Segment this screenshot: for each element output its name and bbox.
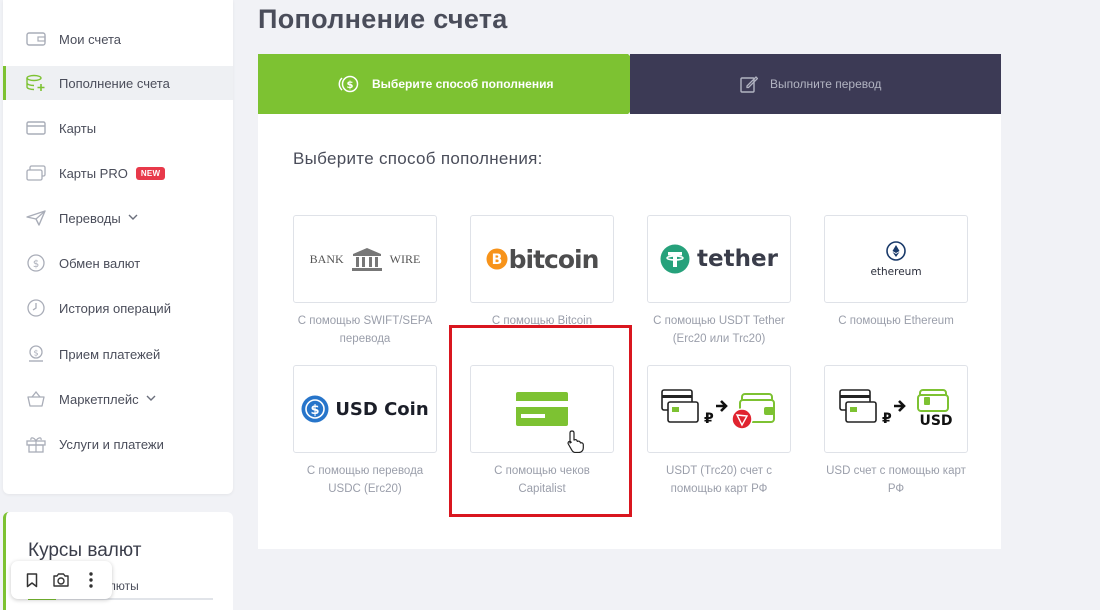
tether-icon bbox=[660, 244, 690, 274]
bank-building-icon bbox=[351, 248, 382, 271]
sidebar-item-cards[interactable]: Карты bbox=[3, 111, 233, 145]
gift-icon bbox=[25, 435, 47, 453]
usd-coin-logo-text: USD Coin bbox=[335, 398, 429, 420]
sidebar-item-label: Мои счета bbox=[59, 31, 122, 47]
coins-icon: $ bbox=[338, 75, 360, 93]
new-badge: NEW bbox=[135, 166, 166, 180]
svg-text:$: $ bbox=[311, 403, 320, 418]
ethereum-logo: ethereum bbox=[824, 215, 968, 303]
sidebar-item-payments[interactable]: $ Прием платежей bbox=[3, 337, 233, 371]
card-pro-icon bbox=[25, 164, 47, 182]
sidebar-item-transfers[interactable]: Переводы bbox=[3, 201, 233, 235]
chevron-down-icon bbox=[146, 394, 156, 405]
method-caption: С помощью USDT Tether (Erc20 или Trc20) bbox=[653, 315, 785, 345]
step-make-transfer[interactable]: Выполните перевод bbox=[630, 54, 1001, 114]
sidebar-item-label: Карты PRO bbox=[59, 165, 128, 181]
method-caption: С помощью SWIFT/SEPA перевода bbox=[297, 315, 433, 345]
sidebar-item-label: Услуги и платежи bbox=[59, 436, 164, 452]
method-capitalist-checks[interactable]: С помощью чеков Capitalist bbox=[470, 365, 614, 498]
sidebar-item-label: Переводы bbox=[59, 210, 121, 226]
exchange-icon: $ bbox=[25, 254, 47, 272]
method-caption: USDT (Trc20) счет с помощью карт РФ bbox=[666, 465, 772, 495]
method-ethereum[interactable]: ethereum С помощью Ethereum bbox=[824, 215, 968, 330]
bitcoin-logo-text: bitcoin bbox=[508, 244, 600, 274]
rates-title: Курсы валют bbox=[28, 540, 142, 561]
bookmark-icon[interactable] bbox=[20, 568, 44, 592]
payments-icon: $ bbox=[25, 345, 47, 363]
floating-toolbar bbox=[11, 561, 112, 599]
method-usdt-ru-cards[interactable]: ₽ USDT (Trc20) счет с помощью карт РФ bbox=[647, 365, 791, 498]
sidebar-item-label: Обмен валют bbox=[59, 255, 141, 271]
step-choose-method[interactable]: $ Выберите способ пополнения bbox=[258, 54, 658, 114]
step-label: Выберите способ пополнения bbox=[372, 77, 554, 91]
sidebar: Мои счета Пополнение счета Карты Карты P… bbox=[3, 0, 233, 494]
card-to-usdt-wallet-icon: ₽ bbox=[661, 389, 775, 430]
svg-text:$: $ bbox=[347, 80, 354, 91]
sidebar-item-history[interactable]: История операций bbox=[3, 291, 233, 325]
green-card-icon bbox=[516, 392, 568, 426]
wallet-icon bbox=[25, 30, 47, 48]
sidebar-item-deposit[interactable]: Пополнение счета bbox=[3, 66, 233, 100]
method-usd-coin[interactable]: $ USD Coin С помощью перевода USDC (Erc2… bbox=[293, 365, 437, 498]
method-caption: С помощью Bitcoin bbox=[491, 315, 593, 327]
svg-text:₽: ₽ bbox=[882, 411, 892, 427]
method-caption: С помощью перевода USDC (Erc20) bbox=[306, 465, 424, 495]
basket-icon bbox=[25, 390, 47, 408]
method-bank-wire[interactable]: BANK WIRE С помощью SWIFT/SEPA перевода bbox=[293, 215, 437, 348]
capitalist-card-logo bbox=[470, 365, 614, 453]
method-usd-ru-cards[interactable]: ₽ USD USD счет с помощью карт РФ bbox=[824, 365, 968, 498]
sidebar-item-label: Пополнение счета bbox=[59, 75, 170, 91]
camera-icon[interactable] bbox=[49, 568, 73, 592]
usd-ru-cards-logo: ₽ USD bbox=[824, 365, 968, 453]
svg-text:₽: ₽ bbox=[704, 411, 714, 427]
method-tether[interactable]: tether С помощью USDT Tether (Erc20 или … bbox=[647, 215, 791, 348]
sidebar-item-cards-pro[interactable]: Карты PRO NEW bbox=[3, 156, 233, 190]
edit-document-icon bbox=[740, 75, 758, 93]
method-caption: С помощью Ethereum bbox=[838, 315, 954, 327]
send-icon bbox=[25, 209, 47, 227]
deposit-methods-panel: Выберите способ пополнения: BANK WIRE С … bbox=[258, 114, 1001, 549]
method-caption: С помощью чеков Capitalist bbox=[494, 465, 590, 495]
method-caption: USD счет с помощью карт РФ bbox=[826, 465, 966, 495]
usdc-icon: $ bbox=[301, 395, 329, 423]
sidebar-item-services[interactable]: Услуги и платежи bbox=[3, 427, 233, 461]
bitcoin-icon: B bbox=[486, 248, 508, 270]
sidebar-item-label: История операций bbox=[59, 300, 171, 316]
deposit-icon bbox=[25, 74, 47, 92]
sidebar-item-marketplace[interactable]: Маркетплейс bbox=[3, 382, 233, 416]
tether-logo-text: tether bbox=[697, 246, 778, 272]
sidebar-item-label: Карты bbox=[59, 120, 97, 136]
sidebar-item-label: Прием платежей bbox=[59, 346, 161, 362]
card-icon bbox=[25, 119, 47, 137]
ethereum-icon bbox=[886, 240, 906, 261]
usdt-ru-cards-logo: ₽ bbox=[647, 365, 791, 453]
bitcoin-logo: B bitcoin bbox=[470, 215, 614, 303]
panel-heading: Выберите способ пополнения: bbox=[293, 149, 543, 168]
usd-coin-logo: $ USD Coin bbox=[293, 365, 437, 453]
deposit-stepper: $ Выберите способ пополнения Выполните п… bbox=[258, 54, 1001, 114]
sidebar-item-my-accounts[interactable]: Мои счета bbox=[3, 22, 233, 56]
step-label: Выполните перевод bbox=[770, 77, 882, 91]
bank-wire-logo-text-left: BANK bbox=[309, 251, 344, 266]
chevron-down-icon bbox=[128, 213, 138, 224]
usd-logo-text: USD bbox=[919, 413, 953, 429]
method-bitcoin[interactable]: B bitcoin С помощью Bitcoin bbox=[470, 215, 614, 330]
more-vertical-icon[interactable] bbox=[79, 568, 103, 592]
page-title: Пополнение счета bbox=[258, 4, 508, 34]
bank-wire-logo: BANK WIRE bbox=[293, 215, 437, 303]
svg-text:$: $ bbox=[33, 259, 39, 270]
bank-wire-logo-text-right: WIRE bbox=[389, 251, 421, 266]
svg-text:$: $ bbox=[33, 349, 38, 358]
history-icon bbox=[25, 299, 47, 317]
tether-logo: tether bbox=[647, 215, 791, 303]
ethereum-logo-text: ethereum bbox=[870, 265, 922, 278]
sidebar-item-label: Маркетплейс bbox=[59, 391, 139, 407]
sidebar-item-exchange[interactable]: $ Обмен валют bbox=[3, 246, 233, 280]
hand-cursor-icon bbox=[567, 430, 584, 453]
svg-text:B: B bbox=[491, 252, 502, 268]
